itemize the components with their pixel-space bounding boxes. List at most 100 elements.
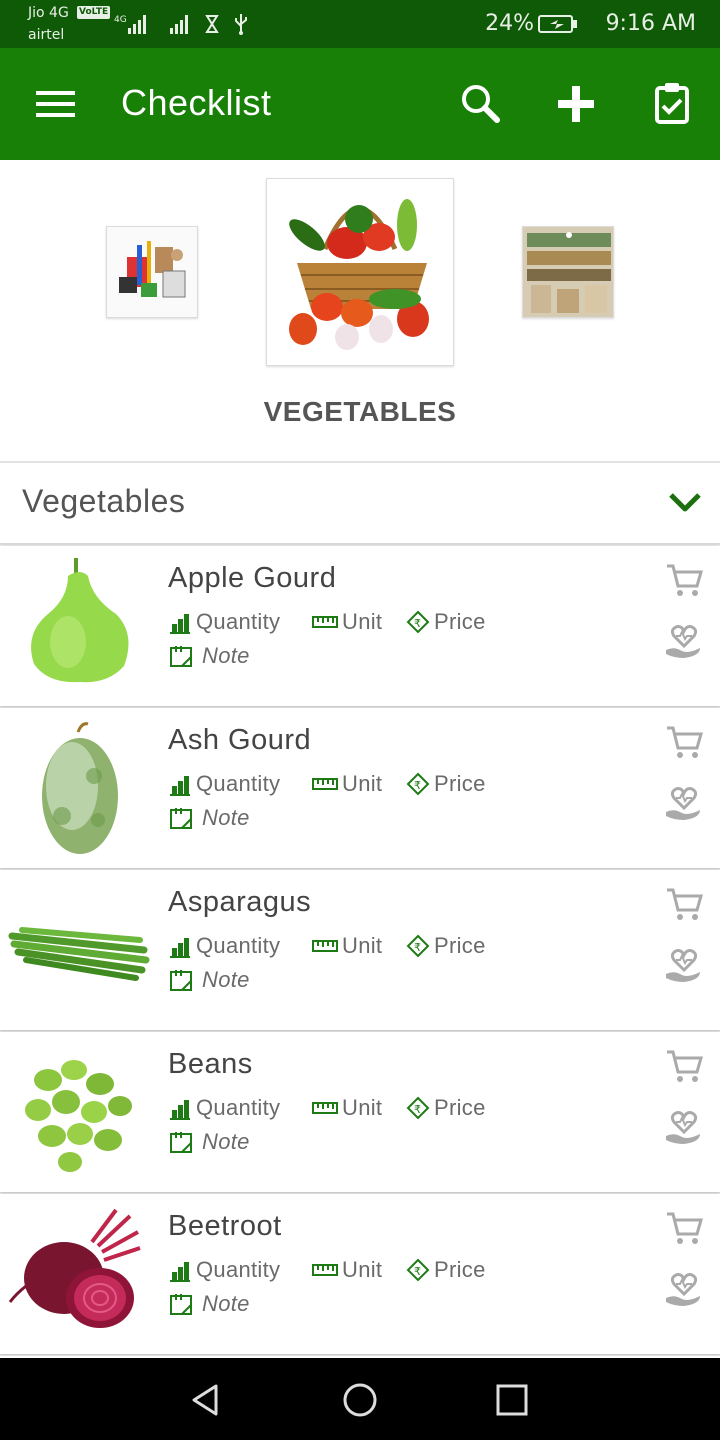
note-label: Note — [202, 967, 250, 992]
chevron-down-icon — [669, 493, 701, 512]
health-heart-hand-icon[interactable] — [662, 782, 706, 826]
stationery-image — [107, 227, 197, 317]
quantity-field[interactable]: Quantity — [168, 608, 280, 636]
item-list: Apple Gourd Quantity Unit ₹ Price Note A… — [0, 546, 720, 1356]
app-title: Checklist — [121, 82, 272, 123]
dropdown-selected-value: Vegetables — [22, 483, 186, 519]
back-icon[interactable] — [186, 1380, 226, 1420]
item-name: Beans — [168, 1048, 253, 1080]
note-field[interactable]: Note — [168, 642, 250, 670]
quantity-field[interactable]: Quantity — [168, 770, 280, 798]
list-item[interactable]: Asparagus Quantity Unit ₹ Price Note — [0, 870, 720, 1030]
note-field[interactable]: Note — [168, 966, 250, 994]
quantity-field[interactable]: Quantity — [168, 932, 280, 960]
carrier-name-2: airtel — [28, 27, 65, 43]
item-image-beetroot — [8, 1208, 141, 1328]
list-item[interactable]: Beetroot Quantity Unit ₹ Price Note — [0, 1194, 720, 1354]
svg-text:4G: 4G — [114, 15, 127, 25]
recents-icon[interactable] — [492, 1380, 532, 1420]
note-field[interactable]: Note — [168, 1290, 250, 1318]
plus-icon — [558, 86, 594, 122]
list-item[interactable]: Apple Gourd Quantity Unit ₹ Price Note — [0, 546, 720, 706]
category-dropdown[interactable]: Vegetables — [0, 461, 720, 545]
price-field[interactable]: ₹ Price — [406, 1094, 486, 1122]
volte-badge: VoLTE — [77, 6, 111, 19]
app-bar: Checklist — [0, 48, 720, 160]
health-heart-hand-icon[interactable] — [662, 620, 706, 664]
price-field[interactable]: ₹ Price — [406, 770, 486, 798]
battery-percent: 24% — [485, 11, 534, 36]
quantity-label: Quantity — [196, 771, 281, 796]
cart-icon[interactable] — [664, 884, 704, 924]
system-nav-bar — [0, 1358, 720, 1440]
price-label: Price — [434, 609, 486, 634]
usb-icon — [235, 14, 247, 35]
quantity-icon — [170, 614, 190, 634]
signal-icon — [170, 15, 188, 34]
ruler-icon — [312, 1102, 338, 1114]
category-thumb-stationery[interactable] — [106, 226, 198, 318]
cart-icon[interactable] — [664, 1046, 704, 1086]
battery-charging-icon — [538, 15, 577, 33]
search-button[interactable] — [454, 78, 506, 130]
category-title: VEGETABLES — [263, 396, 457, 427]
note-icon — [170, 970, 192, 991]
note-icon — [170, 646, 192, 667]
health-heart-hand-icon[interactable] — [662, 944, 706, 988]
ruler-icon — [312, 1264, 338, 1276]
price-field[interactable]: ₹ Price — [406, 608, 486, 636]
list-item[interactable]: Ash Gourd Quantity Unit ₹ Price Note — [0, 708, 720, 868]
ruler-icon — [312, 616, 338, 628]
price-label: Price — [434, 771, 486, 796]
unit-label: Unit — [342, 933, 383, 958]
ruler-icon — [312, 940, 338, 952]
cart-icon[interactable] — [664, 560, 704, 600]
note-icon — [170, 1132, 192, 1153]
unit-label: Unit — [342, 609, 383, 634]
cart-icon[interactable] — [664, 1208, 704, 1248]
quantity-label: Quantity — [196, 609, 281, 634]
health-heart-hand-icon[interactable] — [662, 1268, 706, 1312]
unit-field[interactable]: Unit — [312, 1256, 382, 1284]
home-icon[interactable] — [340, 1380, 380, 1420]
status-left: Jio 4G VoLTE airtel 4G — [28, 4, 288, 48]
item-image-asparagus — [8, 927, 150, 981]
price-field[interactable]: ₹ Price — [406, 932, 486, 960]
note-field[interactable]: Note — [168, 1128, 250, 1156]
note-field[interactable]: Note — [168, 804, 250, 832]
item-image-apple-gourd — [31, 558, 129, 683]
note-icon — [170, 1294, 192, 1315]
status-bar: Jio 4G VoLTE airtel 4G 24% 9:16 AM — [0, 0, 720, 48]
hourglass-icon — [205, 15, 219, 33]
list-item[interactable]: Beans Quantity Unit ₹ Price Note — [0, 1032, 720, 1192]
quantity-icon — [170, 1262, 190, 1282]
note-label: Note — [202, 805, 250, 830]
category-carousel: VEGETABLES — [0, 160, 720, 460]
clock: 9:16 AM — [605, 11, 696, 36]
note-label: Note — [202, 643, 250, 668]
add-button[interactable] — [550, 78, 602, 130]
signal-4g-icon: 4G — [114, 15, 146, 34]
unit-field[interactable]: Unit — [312, 932, 382, 960]
quantity-field[interactable]: Quantity — [168, 1094, 280, 1122]
checklist-button[interactable] — [646, 78, 698, 130]
item-name: Ash Gourd — [168, 724, 312, 756]
health-heart-hand-icon[interactable] — [662, 1106, 706, 1150]
svg-text:₹: ₹ — [414, 779, 421, 792]
quantity-field[interactable]: Quantity — [168, 1256, 280, 1284]
item-image-beans — [25, 1060, 132, 1172]
category-thumb-vegetables[interactable] — [266, 178, 454, 366]
unit-field[interactable]: Unit — [312, 770, 382, 798]
category-thumb-grocery[interactable] — [522, 226, 614, 318]
vegetables-basket-image — [267, 179, 453, 365]
item-name: Asparagus — [168, 886, 312, 918]
price-field[interactable]: ₹ Price — [406, 1256, 486, 1284]
unit-field[interactable]: Unit — [312, 608, 382, 636]
quantity-label: Quantity — [196, 933, 281, 958]
cart-icon[interactable] — [664, 722, 704, 762]
menu-button[interactable] — [28, 82, 84, 126]
note-label: Note — [202, 1129, 250, 1154]
unit-field[interactable]: Unit — [312, 1094, 382, 1122]
note-label: Note — [202, 1291, 250, 1316]
unit-label: Unit — [342, 771, 383, 796]
